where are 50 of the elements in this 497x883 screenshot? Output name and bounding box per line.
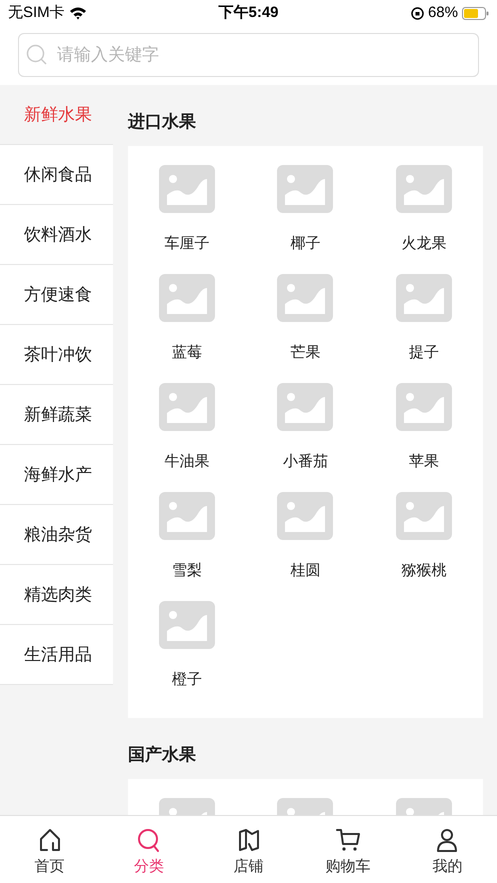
image-placeholder-icon [159,492,216,540]
section-title: 进口水果 [128,110,196,132]
category-item[interactable]: 海鲜水产 [0,445,113,505]
product-name[interactable]: 雪梨 [172,560,202,582]
image-placeholder-icon [159,601,216,649]
product-name[interactable]: 苹果 [408,451,439,474]
image-placeholder-icon [159,165,216,213]
image-placeholder-icon [396,492,452,540]
tab-bar-item[interactable]: 店铺 [198,816,298,883]
category-item[interactable]: 休闲食品 [0,145,113,205]
category-item[interactable]: 精选肉类 [0,565,113,625]
image-placeholder-icon [396,383,452,431]
category-item[interactable]: 粮油杂货 [0,505,113,565]
wifi-icon [68,6,87,20]
image-placeholder-icon [277,383,334,431]
product-name[interactable]: 蓝莓 [172,342,202,364]
category-item[interactable]: 新鲜蔬菜 [0,385,113,445]
tab-bar-item[interactable]: 我的 [398,816,497,883]
product-name[interactable]: 牛油果 [164,451,210,474]
tab-bar-item[interactable]: 首页 [0,816,100,883]
image-placeholder-icon [277,492,334,540]
image-placeholder-icon [396,165,452,213]
product-name[interactable]: 火龙果 [401,233,446,256]
product-name[interactable]: 椰子 [290,233,320,256]
search-field[interactable]: 请输入关键字 [18,33,479,77]
carrier-label: 无SIM卡 [8,2,65,23]
product-name[interactable]: 芒果 [290,342,320,364]
image-placeholder-icon [396,274,452,322]
section-title: 国产水果 [128,744,196,766]
tab-bar-item[interactable]: 分类 [99,816,199,883]
battery-icon [462,6,489,20]
category-item[interactable]: 饮料酒水 [0,205,113,265]
category-item[interactable]: 茶叶冲饮 [0,325,113,385]
product-name[interactable]: 提子 [408,342,439,364]
tab-bar-item[interactable]: 购物车 [298,816,398,883]
image-placeholder-icon [159,383,216,431]
product-name[interactable]: 橙子 [172,669,202,692]
image-placeholder-icon [277,165,334,213]
product-name[interactable]: 桂圆 [290,560,320,582]
product-name[interactable]: 小番茄 [282,451,328,474]
image-placeholder-icon [159,274,216,322]
orientation-lock-icon [410,6,424,20]
product-name[interactable]: 猕猴桃 [401,560,446,582]
product-name[interactable]: 车厘子 [164,233,210,256]
search-icon [26,44,48,66]
battery-percent: 68% [428,2,458,23]
image-placeholder-icon [277,274,334,322]
category-item[interactable]: 方便速食 [0,265,113,325]
category-item[interactable]: 生活用品 [0,625,113,685]
clock: 下午5:49 [218,2,279,23]
